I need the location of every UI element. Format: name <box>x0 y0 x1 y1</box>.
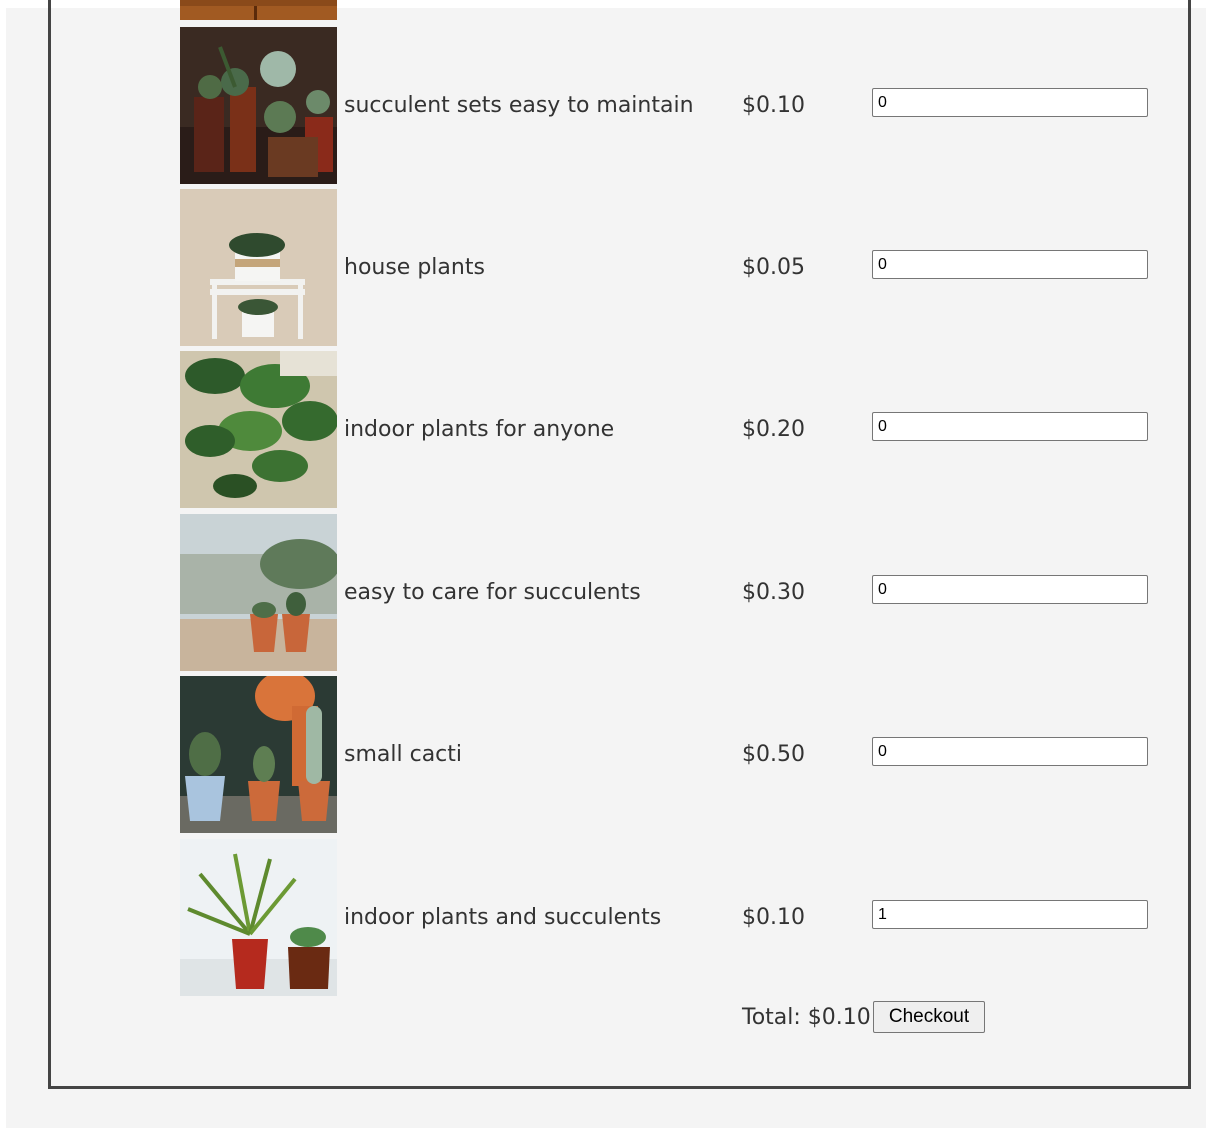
product-price: $0.10 <box>742 93 805 118</box>
product-name: indoor plants and succulents <box>344 905 662 930</box>
cart-total-area: Total: $0.10 <box>742 1000 871 1036</box>
product-thumbnail <box>180 27 337 184</box>
quantity-input[interactable] <box>872 575 1148 604</box>
cart-total: Total: $0.10 <box>742 1005 871 1030</box>
succulent-pots-photo-icon <box>180 514 337 671</box>
partial-photo-icon <box>180 0 337 20</box>
product-name: house plants <box>344 255 485 280</box>
product-price: $0.10 <box>742 905 805 930</box>
product-row: indoor plants and succulents $0.10 <box>180 839 1160 996</box>
product-price: $0.50 <box>742 742 805 767</box>
page-viewport: succulent sets easy to maintain $0.10 0 … <box>6 0 1206 1128</box>
quantity-input[interactable] <box>872 250 1148 279</box>
succulent-set-photo-icon <box>180 27 337 184</box>
product-row: easy to care for succulents $0.30 <box>180 514 1160 671</box>
product-row: small cacti $0.50 <box>180 676 1160 833</box>
quantity-input[interactable] <box>872 88 1148 117</box>
product-thumbnail <box>180 189 337 346</box>
small-cacti-photo-icon <box>180 676 337 833</box>
product-panel: succulent sets easy to maintain $0.10 0 … <box>48 0 1191 1089</box>
product-name: small cacti <box>344 742 463 767</box>
product-thumbnail-partial <box>180 0 337 20</box>
product-thumbnail <box>180 839 337 996</box>
product-price: $0.20 <box>742 417 805 442</box>
product-price: $0.30 <box>742 580 805 605</box>
product-thumbnail <box>180 351 337 508</box>
quantity-input[interactable] <box>872 737 1148 766</box>
product-name: succulent sets easy to maintain <box>344 93 694 118</box>
product-row: succulent sets easy to maintain $0.10 <box>180 27 1160 184</box>
quantity-input[interactable] <box>872 900 1148 929</box>
product-row: house plants $0.05 <box>180 189 1160 346</box>
product-thumbnail <box>180 514 337 671</box>
house-plants-photo-icon <box>180 189 337 346</box>
checkout-button[interactable]: Checkout <box>873 1001 985 1033</box>
product-thumbnail <box>180 676 337 833</box>
quantity-input[interactable] <box>872 412 1148 441</box>
product-name: easy to care for succulents <box>344 580 641 605</box>
product-row: indoor plants for anyone $0.20 <box>180 351 1160 508</box>
product-price: $0.05 <box>742 255 805 280</box>
indoor-plants-photo-icon <box>180 351 337 508</box>
window-plants-photo-icon <box>180 839 337 996</box>
product-name: indoor plants for anyone <box>344 417 615 442</box>
